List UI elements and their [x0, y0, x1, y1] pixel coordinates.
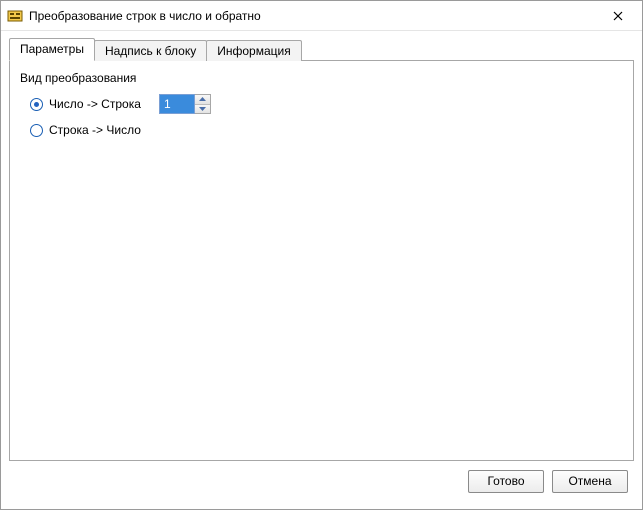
radio-label[interactable]: Число -> Строка [49, 97, 149, 111]
chevron-down-icon [199, 107, 206, 111]
tab-label: Параметры [20, 42, 84, 56]
dialog-footer: Готово Отмена [9, 461, 634, 501]
dialog-window: Преобразование строк в число и обратно П… [0, 0, 643, 510]
tab-parameters[interactable]: Параметры [9, 38, 95, 61]
window-title: Преобразование строк в число и обратно [29, 9, 598, 23]
section-label: Вид преобразования [20, 71, 623, 85]
app-icon [7, 8, 23, 24]
tab-page-parameters: Вид преобразования Число -> Строка [9, 60, 634, 461]
spinner-down-button[interactable] [195, 104, 210, 114]
tab-block-caption[interactable]: Надпись к блоку [94, 40, 207, 61]
count-spinner [159, 94, 211, 114]
ok-button[interactable]: Готово [468, 470, 544, 493]
spinner-up-button[interactable] [195, 95, 210, 104]
option-row-number-to-string: Число -> Строка [20, 93, 623, 115]
tabstrip: Параметры Надпись к блоку Информация [9, 37, 634, 60]
titlebar: Преобразование строк в число и обратно [1, 1, 642, 31]
client-area: Параметры Надпись к блоку Информация Вид… [1, 31, 642, 509]
count-input[interactable] [159, 94, 195, 114]
tab-label: Надпись к блоку [105, 44, 196, 58]
radio-string-to-number[interactable] [30, 124, 43, 137]
tab-label: Информация [217, 44, 290, 58]
option-row-string-to-number: Строка -> Число [20, 119, 623, 141]
close-button[interactable] [598, 2, 638, 30]
radio-label[interactable]: Строка -> Число [49, 123, 149, 137]
chevron-up-icon [199, 97, 206, 101]
tab-information[interactable]: Информация [206, 40, 301, 61]
spinner-buttons [195, 94, 211, 114]
radio-number-to-string[interactable] [30, 98, 43, 111]
close-icon [613, 11, 623, 21]
cancel-button[interactable]: Отмена [552, 470, 628, 493]
